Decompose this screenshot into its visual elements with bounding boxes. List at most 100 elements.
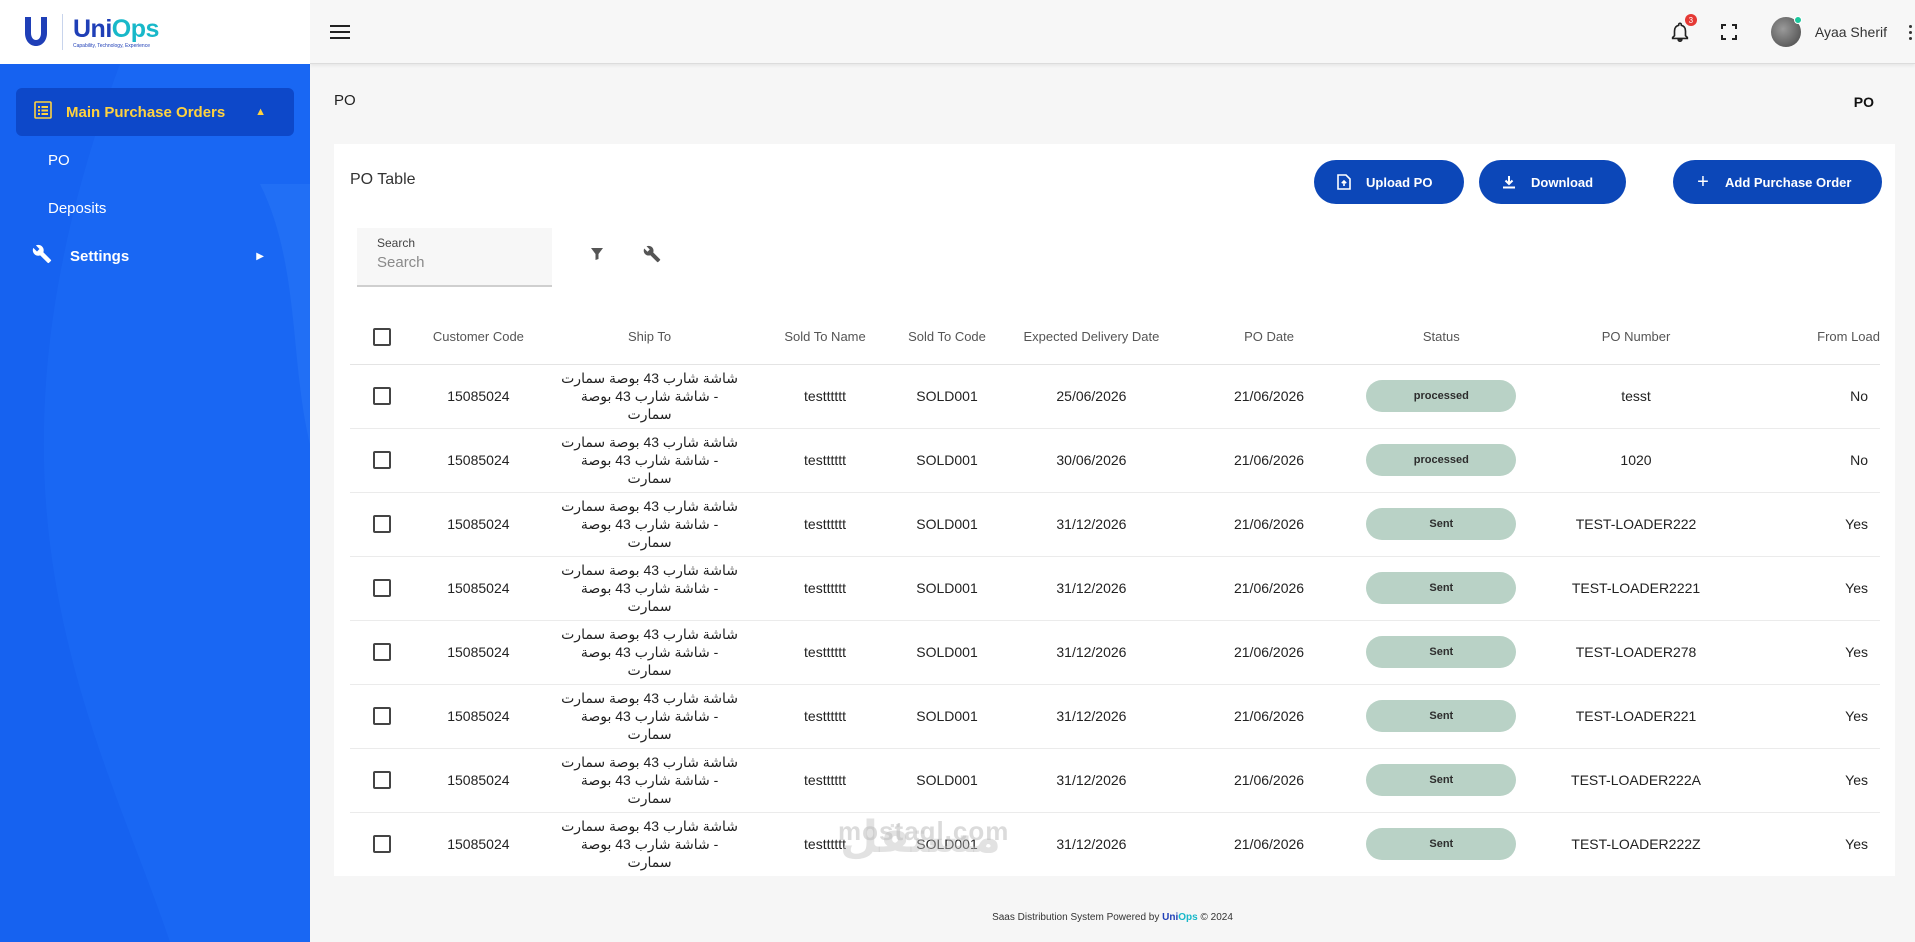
status-badge: Sent <box>1366 636 1517 668</box>
cell-ship-to: شاشة شارب 43 بوصة سمارت - شاشة شارب 43 ب… <box>542 684 757 749</box>
cell-sold-to-name: testttttt <box>756 492 894 557</box>
more-vertical-icon[interactable] <box>1905 20 1915 44</box>
footer-brand-ops: Ops <box>1178 912 1198 923</box>
cell-po-date: 21/06/2026 <box>1182 748 1356 813</box>
add-purchase-order-button[interactable]: + Add Purchase Order <box>1673 160 1882 204</box>
cell-po-number: 1020 <box>1526 428 1746 493</box>
table-row[interactable]: 15085024 شاشة شارب 43 بوصة سمارت - شاشة … <box>350 684 1880 749</box>
cell-po-number: TEST-LOADER221 <box>1526 684 1746 749</box>
cell-status: Sent <box>1355 684 1527 749</box>
row-checkbox[interactable] <box>373 707 392 725</box>
cell-expected-delivery: 31/12/2026 <box>1000 492 1183 557</box>
column-header[interactable]: From Load <box>1745 310 1880 365</box>
table-row[interactable]: 15085024 شاشة شارب 43 بوصة سمارت - شاشة … <box>350 748 1880 813</box>
row-checkbox[interactable] <box>373 579 392 597</box>
table-row[interactable]: 15085024 شاشة شارب 43 بوصة سمارت - شاشة … <box>350 556 1880 621</box>
table-row[interactable]: 15085024 شاشة شارب 43 بوصة سمارت - شاشة … <box>350 812 1880 876</box>
column-header[interactable]: PO Number <box>1526 310 1746 365</box>
status-badge: processed <box>1366 380 1517 412</box>
upload-po-button[interactable]: Upload PO <box>1314 160 1464 204</box>
footer-brand-uni: Uni <box>1162 912 1179 923</box>
row-checkbox[interactable] <box>373 451 392 469</box>
cell-status: Sent <box>1355 492 1527 557</box>
cell-ship-to: شاشة شارب 43 بوصة سمارت - شاشة شارب 43 ب… <box>542 428 757 493</box>
cell-po-date: 21/06/2026 <box>1182 684 1356 749</box>
download-label: Download <box>1531 174 1594 190</box>
status-badge: Sent <box>1366 572 1517 604</box>
column-header[interactable]: PO Date <box>1182 310 1356 365</box>
table-row[interactable]: 15085024 شاشة شارب 43 بوصة سمارت - شاشة … <box>350 492 1880 557</box>
cell-from-load: Yes <box>1745 620 1880 685</box>
cell-customer-code: 15085024 <box>414 748 543 813</box>
search-input[interactable] <box>377 254 542 271</box>
plus-icon: + <box>1697 170 1709 193</box>
row-checkbox[interactable] <box>373 771 392 789</box>
footer-text: Saas Distribution System Powered by <box>992 912 1160 923</box>
cell-from-load: No <box>1745 428 1880 493</box>
logo[interactable]: UniOps Capability, Technology, Experienc… <box>0 0 310 64</box>
column-header[interactable]: Customer Code <box>414 310 543 365</box>
ship-to-text: شاشة شارب 43 بوصة سمارت - شاشة شارب 43 ب… <box>561 818 738 870</box>
column-header[interactable]: Ship To <box>542 310 757 365</box>
status-badge: Sent <box>1366 828 1517 860</box>
column-header[interactable]: Status <box>1355 310 1527 365</box>
column-header[interactable]: Sold To Name <box>756 310 894 365</box>
menu-icon[interactable] <box>328 20 352 44</box>
row-checkbox[interactable] <box>373 643 392 661</box>
cell-sold-to-name: testttttt <box>756 428 894 493</box>
username[interactable]: Ayaa Sherif <box>1815 24 1887 40</box>
cell-sold-to-code: SOLD001 <box>893 492 1001 557</box>
row-checkbox[interactable] <box>373 835 392 853</box>
select-all-checkbox[interactable] <box>373 327 392 346</box>
filter-icon[interactable] <box>587 244 607 264</box>
cell-expected-delivery: 31/12/2026 <box>1000 620 1183 685</box>
cell-sold-to-code: SOLD001 <box>893 748 1001 813</box>
status-badge: processed <box>1366 444 1517 476</box>
cell-ship-to: شاشة شارب 43 بوصة سمارت - شاشة شارب 43 ب… <box>542 364 757 429</box>
search-field[interactable]: Search <box>357 228 552 287</box>
ship-to-text: شاشة شارب 43 بوصة سمارت - شاشة شارب 43 ب… <box>561 434 738 486</box>
logo-name: UniOps <box>73 16 159 42</box>
add-purchase-order-label: Add Purchase Order <box>1725 174 1852 190</box>
cell-po-date: 21/06/2026 <box>1182 364 1356 429</box>
download-button[interactable]: Download <box>1479 160 1626 204</box>
cell-sold-to-code: SOLD001 <box>893 684 1001 749</box>
wrench-icon[interactable] <box>641 243 663 265</box>
ship-to-text: شاشة شارب 43 بوصة سمارت - شاشة شارب 43 ب… <box>561 690 738 742</box>
sidebar: UniOps Capability, Technology, Experienc… <box>0 0 310 942</box>
online-status-dot <box>1793 16 1802 24</box>
table-row[interactable]: 15085024 شاشة شارب 43 بوصة سمارت - شاشة … <box>350 620 1880 685</box>
avatar[interactable] <box>1770 16 1802 47</box>
search-label: Search <box>377 236 416 250</box>
table-row[interactable]: 15085024 شاشة شارب 43 بوصة سمارت - شاشة … <box>350 428 1880 493</box>
cell-po-date: 21/06/2026 <box>1182 428 1356 493</box>
header-select-all[interactable] <box>350 310 415 365</box>
column-header[interactable]: Expected Delivery Date <box>1000 310 1183 365</box>
notifications-bell-icon[interactable]: 3 <box>1667 14 1697 45</box>
cell-po-number: TEST-LOADER222A <box>1526 748 1746 813</box>
row-checkbox[interactable] <box>373 515 392 533</box>
cell-sold-to-name: testttttt <box>756 556 894 621</box>
cell-ship-to: شاشة شارب 43 بوصة سمارت - شاشة شارب 43 ب… <box>542 748 757 813</box>
po-table: Customer Code Ship To Sold To Name Sold … <box>350 310 1880 876</box>
cell-ship-to: شاشة شارب 43 بوصة سمارت - شاشة شارب 43 ب… <box>542 812 757 876</box>
watermark-latin: mostaql.com <box>838 816 1010 846</box>
logo-divider <box>62 14 63 50</box>
fullscreen-icon[interactable] <box>1717 20 1741 44</box>
row-checkbox[interactable] <box>373 387 392 405</box>
column-header[interactable]: Sold To Code <box>893 310 1001 365</box>
footer-brand[interactable]: UniOps <box>1162 912 1198 923</box>
sidebar-item-po[interactable]: PO <box>0 136 310 184</box>
table-row[interactable]: 15085024 شاشة شارب 43 بوصة سمارت - شاشة … <box>350 364 1880 429</box>
ship-to-text: شاشة شارب 43 بوصة سمارت - شاشة شارب 43 ب… <box>561 562 738 614</box>
sidebar-item-label: Settings <box>70 247 130 265</box>
wrench-icon <box>32 244 52 269</box>
cell-from-load: Yes <box>1745 556 1880 621</box>
cell-po-number: tesst <box>1526 364 1746 429</box>
sidebar-item-settings[interactable]: Settings ▶ <box>0 232 310 280</box>
sidebar-group-main-purchase-orders[interactable]: Main Purchase Orders ▲ <box>16 88 294 136</box>
sidebar-item-deposits[interactable]: Deposits <box>0 184 310 232</box>
cell-customer-code: 15085024 <box>414 812 543 876</box>
header-actions: 3 Ayaa Sherif <box>1667 0 1915 64</box>
cell-from-load: Yes <box>1745 684 1880 749</box>
